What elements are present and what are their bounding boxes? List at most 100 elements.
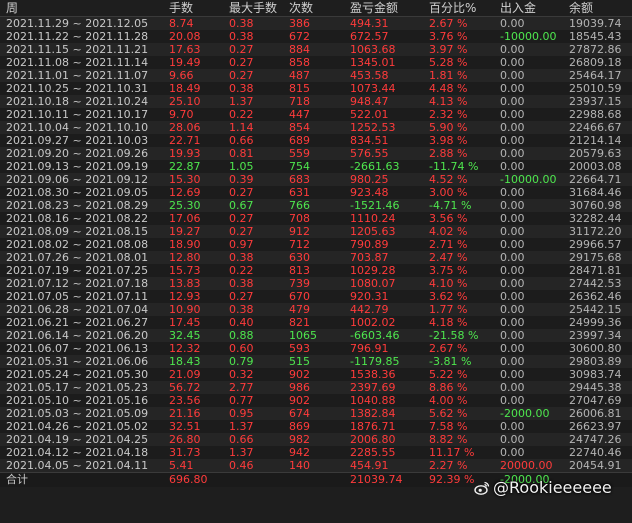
pnl-cell: 1538.36 bbox=[344, 368, 423, 381]
balance-cell: 30760.98 bbox=[563, 199, 632, 212]
table-row[interactable]: 2021.09.06 ~ 2021.09.12 15.30 0.39 683 980.2… bbox=[0, 173, 632, 186]
percent-cell: -3.81 % bbox=[423, 355, 494, 368]
total-balance bbox=[563, 472, 632, 487]
count-cell: 884 bbox=[283, 43, 344, 56]
max-lots-cell: 2.77 bbox=[223, 381, 283, 394]
table-row[interactable]: 2021.05.10 ~ 2021.05.16 23.56 0.77 902 1040.… bbox=[0, 394, 632, 407]
percent-cell: 2.27 % bbox=[423, 459, 494, 473]
table-row[interactable]: 2021.07.12 ~ 2021.07.18 13.83 0.38 739 1080.… bbox=[0, 277, 632, 290]
balance-cell: 32282.44 bbox=[563, 212, 632, 225]
lots-cell: 12.69 bbox=[163, 186, 223, 199]
table-row[interactable]: 2021.11.01 ~ 2021.11.07 9.66 0.27 487 453.58… bbox=[0, 69, 632, 82]
table-row[interactable]: 2021.10.11 ~ 2021.10.17 9.70 0.22 447 522.01… bbox=[0, 108, 632, 121]
table-row[interactable]: 2021.08.09 ~ 2021.08.15 19.27 0.27 912 1205.… bbox=[0, 225, 632, 238]
count-cell: 140 bbox=[283, 459, 344, 473]
pnl-cell: 920.31 bbox=[344, 290, 423, 303]
table-header: 周 手数 最大手数 次数 盈亏金额 百分比% 出入金 余额 bbox=[0, 0, 632, 17]
total-label: 合计 bbox=[0, 472, 163, 487]
table-row[interactable]: 2021.07.19 ~ 2021.07.25 15.73 0.22 813 1029.… bbox=[0, 264, 632, 277]
count-cell: 754 bbox=[283, 160, 344, 173]
lots-cell: 32.51 bbox=[163, 420, 223, 433]
lots-cell: 32.45 bbox=[163, 329, 223, 342]
table-row[interactable]: 2021.11.15 ~ 2021.11.21 17.63 0.27 884 1063.… bbox=[0, 43, 632, 56]
balance-cell: 20579.63 bbox=[563, 147, 632, 160]
lots-cell: 18.43 bbox=[163, 355, 223, 368]
count-cell: 912 bbox=[283, 225, 344, 238]
deposit-withdraw-cell: 0.00 bbox=[494, 121, 563, 134]
table-row[interactable]: 2021.05.17 ~ 2021.05.23 56.72 2.77 986 2397.… bbox=[0, 381, 632, 394]
week-cell: 2021.08.09 ~ 2021.08.15 bbox=[0, 225, 163, 238]
table-row[interactable]: 2021.06.07 ~ 2021.06.13 12.32 0.60 593 796.9… bbox=[0, 342, 632, 355]
table-row[interactable]: 2021.04.26 ~ 2021.05.02 32.51 1.37 869 1876.… bbox=[0, 420, 632, 433]
table-row[interactable]: 2021.07.05 ~ 2021.07.11 12.93 0.27 670 920.3… bbox=[0, 290, 632, 303]
week-cell: 2021.08.02 ~ 2021.08.08 bbox=[0, 238, 163, 251]
deposit-withdraw-cell: 0.00 bbox=[494, 238, 563, 251]
max-lots-cell: 0.66 bbox=[223, 134, 283, 147]
lots-cell: 12.32 bbox=[163, 342, 223, 355]
balance-cell: 30983.74 bbox=[563, 368, 632, 381]
table-row[interactable]: 2021.11.22 ~ 2021.11.28 20.08 0.38 672 672.5… bbox=[0, 30, 632, 43]
pnl-cell: 672.57 bbox=[344, 30, 423, 43]
balance-cell: 26623.97 bbox=[563, 420, 632, 433]
table-row[interactable]: 2021.06.28 ~ 2021.07.04 10.90 0.38 479 442.7… bbox=[0, 303, 632, 316]
deposit-withdraw-cell: 0.00 bbox=[494, 303, 563, 316]
table-row[interactable]: 2021.08.16 ~ 2021.08.22 17.06 0.27 708 1110.… bbox=[0, 212, 632, 225]
max-lots-cell: 0.39 bbox=[223, 173, 283, 186]
table-row[interactable]: 2021.11.29 ~ 2021.12.05 8.74 0.38 386 494.31… bbox=[0, 16, 632, 30]
table-row[interactable]: 2021.06.14 ~ 2021.06.20 32.45 0.88 1065 -660… bbox=[0, 329, 632, 342]
header-pnl[interactable]: 盈亏金额 bbox=[344, 0, 423, 17]
table-row[interactable]: 2021.08.23 ~ 2021.08.29 25.30 0.67 766 -1521… bbox=[0, 199, 632, 212]
table-row[interactable]: 2021.10.04 ~ 2021.10.10 28.06 1.14 854 1252.… bbox=[0, 121, 632, 134]
week-cell: 2021.11.15 ~ 2021.11.21 bbox=[0, 43, 163, 56]
balance-cell: 24747.26 bbox=[563, 433, 632, 446]
count-cell: 982 bbox=[283, 433, 344, 446]
table-row[interactable]: 2021.09.20 ~ 2021.09.26 19.93 0.81 559 576.5… bbox=[0, 147, 632, 160]
table-row[interactable]: 2021.08.02 ~ 2021.08.08 18.90 0.97 712 790.8… bbox=[0, 238, 632, 251]
table-row[interactable]: 2021.05.03 ~ 2021.05.09 21.16 0.95 674 1382.… bbox=[0, 407, 632, 420]
balance-cell: 28471.81 bbox=[563, 264, 632, 277]
table-row[interactable]: 2021.07.26 ~ 2021.08.01 12.80 0.38 630 703.8… bbox=[0, 251, 632, 264]
percent-cell: 5.90 % bbox=[423, 121, 494, 134]
table-row[interactable]: 2021.09.27 ~ 2021.10.03 22.71 0.66 689 834.5… bbox=[0, 134, 632, 147]
percent-cell: 2.88 % bbox=[423, 147, 494, 160]
table-row[interactable]: 2021.04.05 ~ 2021.04.11 5.41 0.46 140 454.91… bbox=[0, 459, 632, 473]
lots-cell: 19.93 bbox=[163, 147, 223, 160]
header-balance[interactable]: 余额 bbox=[563, 0, 632, 17]
table-row[interactable]: 2021.05.24 ~ 2021.05.30 21.09 0.32 902 1538.… bbox=[0, 368, 632, 381]
deposit-withdraw-cell: -2000.00 bbox=[494, 407, 563, 420]
week-cell: 2021.09.06 ~ 2021.09.12 bbox=[0, 173, 163, 186]
deposit-withdraw-cell: 0.00 bbox=[494, 16, 563, 30]
pnl-cell: 2006.80 bbox=[344, 433, 423, 446]
header-percent[interactable]: 百分比% bbox=[423, 0, 494, 17]
header-week[interactable]: 周 bbox=[0, 0, 163, 17]
table-row[interactable]: 2021.09.13 ~ 2021.09.19 22.87 1.05 754 -2661… bbox=[0, 160, 632, 173]
percent-cell: 4.00 % bbox=[423, 394, 494, 407]
balance-cell: 29803.89 bbox=[563, 355, 632, 368]
lots-cell: 12.93 bbox=[163, 290, 223, 303]
count-cell: 689 bbox=[283, 134, 344, 147]
header-deposit-withdraw[interactable]: 出入金 bbox=[494, 0, 563, 17]
table-row[interactable]: 2021.05.31 ~ 2021.06.06 18.43 0.79 515 -1179… bbox=[0, 355, 632, 368]
lots-cell: 15.73 bbox=[163, 264, 223, 277]
percent-cell: 1.77 % bbox=[423, 303, 494, 316]
count-cell: 487 bbox=[283, 69, 344, 82]
week-cell: 2021.06.14 ~ 2021.06.20 bbox=[0, 329, 163, 342]
max-lots-cell: 1.37 bbox=[223, 420, 283, 433]
table-row[interactable]: 2021.10.18 ~ 2021.10.24 25.10 1.37 718 948.4… bbox=[0, 95, 632, 108]
week-cell: 2021.07.12 ~ 2021.07.18 bbox=[0, 277, 163, 290]
table-row[interactable]: 2021.08.30 ~ 2021.09.05 12.69 0.27 631 923.4… bbox=[0, 186, 632, 199]
table-row[interactable]: 2021.11.08 ~ 2021.11.14 19.49 0.27 858 1345.… bbox=[0, 56, 632, 69]
table-row[interactable]: 2021.04.12 ~ 2021.04.18 31.73 1.37 942 2285.… bbox=[0, 446, 632, 459]
week-cell: 2021.04.05 ~ 2021.04.11 bbox=[0, 459, 163, 473]
balance-cell: 25464.17 bbox=[563, 69, 632, 82]
table-row[interactable]: 2021.04.19 ~ 2021.04.25 26.80 0.66 982 2006.… bbox=[0, 433, 632, 446]
header-count[interactable]: 次数 bbox=[283, 0, 344, 17]
table-row[interactable]: 2021.06.21 ~ 2021.06.27 17.45 0.40 821 1002.… bbox=[0, 316, 632, 329]
header-lots[interactable]: 手数 bbox=[163, 0, 223, 17]
header-max-lots[interactable]: 最大手数 bbox=[223, 0, 283, 17]
pnl-cell: 454.91 bbox=[344, 459, 423, 473]
total-count bbox=[283, 472, 344, 487]
table-row[interactable]: 2021.10.25 ~ 2021.10.31 18.49 0.38 815 1073.… bbox=[0, 82, 632, 95]
total-pnl: 21039.74 bbox=[344, 472, 423, 487]
max-lots-cell: 0.97 bbox=[223, 238, 283, 251]
